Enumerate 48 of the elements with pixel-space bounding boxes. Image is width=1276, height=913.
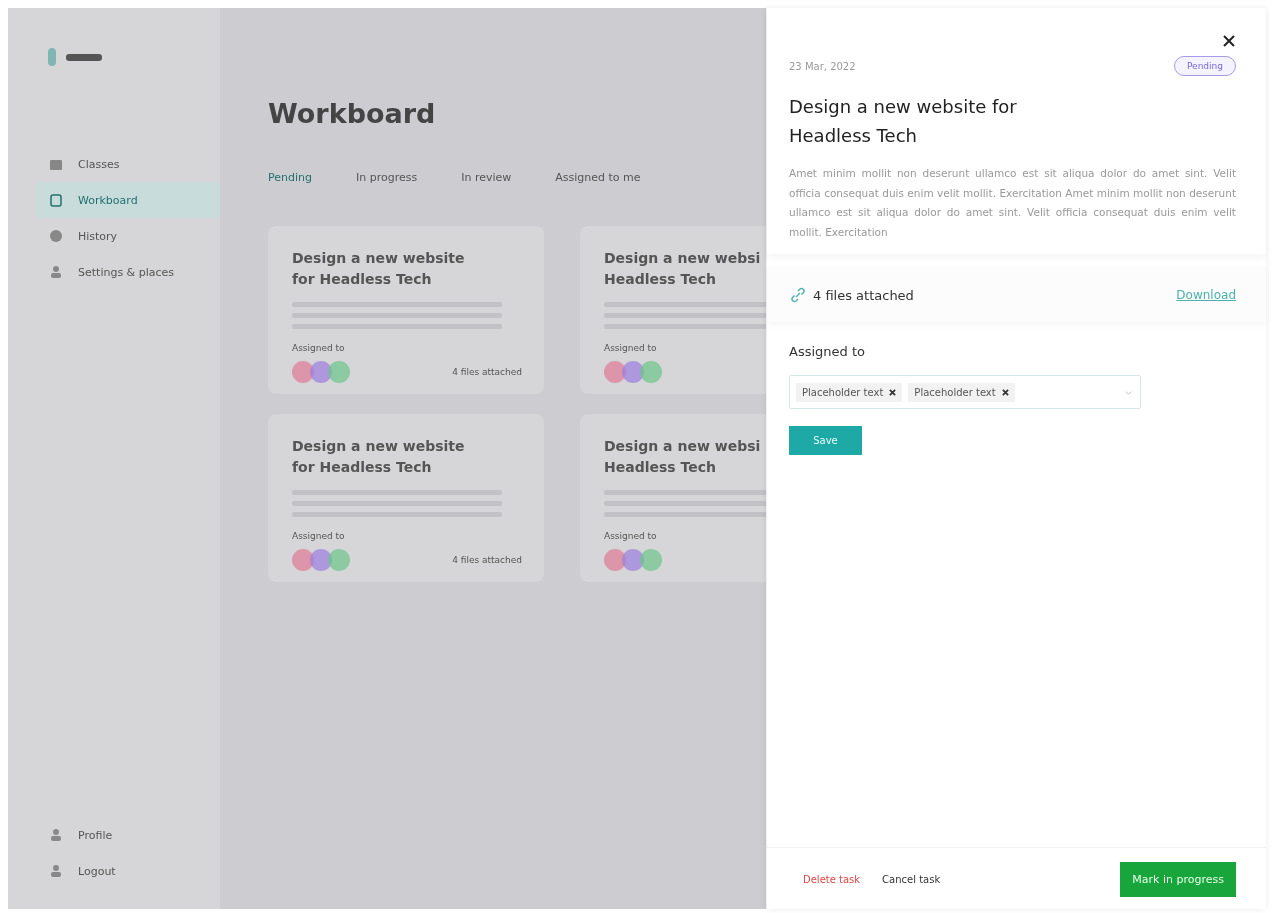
person-icon bbox=[48, 863, 64, 879]
card-title: Design a new website for Headless Tech bbox=[292, 437, 466, 477]
status-badge: Pending bbox=[1174, 56, 1236, 76]
assigned-label: Assigned to bbox=[292, 531, 346, 541]
task-card[interactable]: Design a new websi Headless Tech Assigned to bbox=[580, 414, 766, 582]
person-icon bbox=[48, 264, 64, 280]
cancel-task-button[interactable]: Cancel task bbox=[882, 874, 941, 885]
card-title: Design a new website for Headless Tech bbox=[292, 249, 466, 289]
sidebar-item[interactable]: Classes bbox=[36, 146, 220, 182]
save-button[interactable]: Save bbox=[789, 426, 862, 455]
assigned-label: Assigned to bbox=[789, 344, 866, 359]
close-icon[interactable] bbox=[1222, 34, 1236, 48]
task-title: Design a new website for Headless Tech bbox=[789, 95, 1018, 148]
assignee-chip[interactable]: Placeholder text bbox=[796, 382, 903, 402]
person-icon bbox=[48, 827, 64, 843]
files-attached-text: 4 files attached bbox=[813, 287, 914, 303]
sidebar-item[interactable]: Logout bbox=[36, 853, 220, 889]
mark-in-progress-button[interactable]: Mark in progress bbox=[1120, 862, 1236, 897]
assigned-label: Assigned to bbox=[604, 531, 658, 541]
task-card[interactable]: Design a new website for Headless Tech Assigned to 4 files attached bbox=[268, 226, 544, 394]
chevron-down-icon bbox=[1125, 388, 1132, 396]
tab[interactable]: In progress bbox=[356, 171, 418, 184]
assignee-chip[interactable]: Placeholder text bbox=[908, 382, 1015, 402]
card-title: Design a new websi Headless Tech bbox=[604, 437, 762, 477]
tab[interactable]: Assigned to me bbox=[555, 171, 641, 184]
sidebar-item[interactable]: History bbox=[36, 218, 220, 254]
assignee-select[interactable]: Placeholder text Placeholder text bbox=[789, 375, 1141, 409]
delete-task-button[interactable]: Delete task bbox=[803, 874, 861, 885]
sidebar-item[interactable]: Workboard bbox=[36, 182, 220, 218]
task-date: 23 Mar, 2022 bbox=[789, 60, 856, 72]
tab[interactable]: Pending bbox=[268, 171, 312, 184]
task-description: Amet minim mollit non deserunt ullamco est sit aliqua dolor do amet sint. Velit officia consequat duis enim velit mollit. Exercitation Amet minim mollit non deserunt ullamco est sit aliqua dolor do amet sint. Velit officia consequat duis enim velit mollit. Exercitation bbox=[789, 166, 1236, 240]
logo-icon bbox=[48, 48, 56, 66]
link-icon bbox=[789, 286, 807, 304]
remove-icon[interactable] bbox=[1001, 388, 1009, 396]
task-card[interactable]: Design a new websi Headless Tech Assigned to bbox=[580, 226, 766, 394]
remove-icon[interactable] bbox=[889, 388, 897, 396]
tab[interactable]: In review bbox=[461, 171, 512, 184]
assigned-label: Assigned to bbox=[604, 343, 658, 353]
page-title: Workboard bbox=[268, 98, 437, 129]
task-card[interactable]: Design a new website for Headless Tech Assigned to 4 files attached bbox=[268, 414, 544, 582]
files-attached-text: 4 files attached bbox=[452, 367, 522, 377]
card-title: Design a new websi Headless Tech bbox=[604, 249, 762, 289]
sidebar-item[interactable]: Profile bbox=[36, 817, 220, 853]
assigned-label: Assigned to bbox=[292, 343, 346, 353]
logo-wordmark bbox=[66, 53, 102, 61]
files-attached-text: 4 files attached bbox=[452, 555, 522, 565]
sidebar-item[interactable]: Settings & places bbox=[36, 254, 220, 290]
